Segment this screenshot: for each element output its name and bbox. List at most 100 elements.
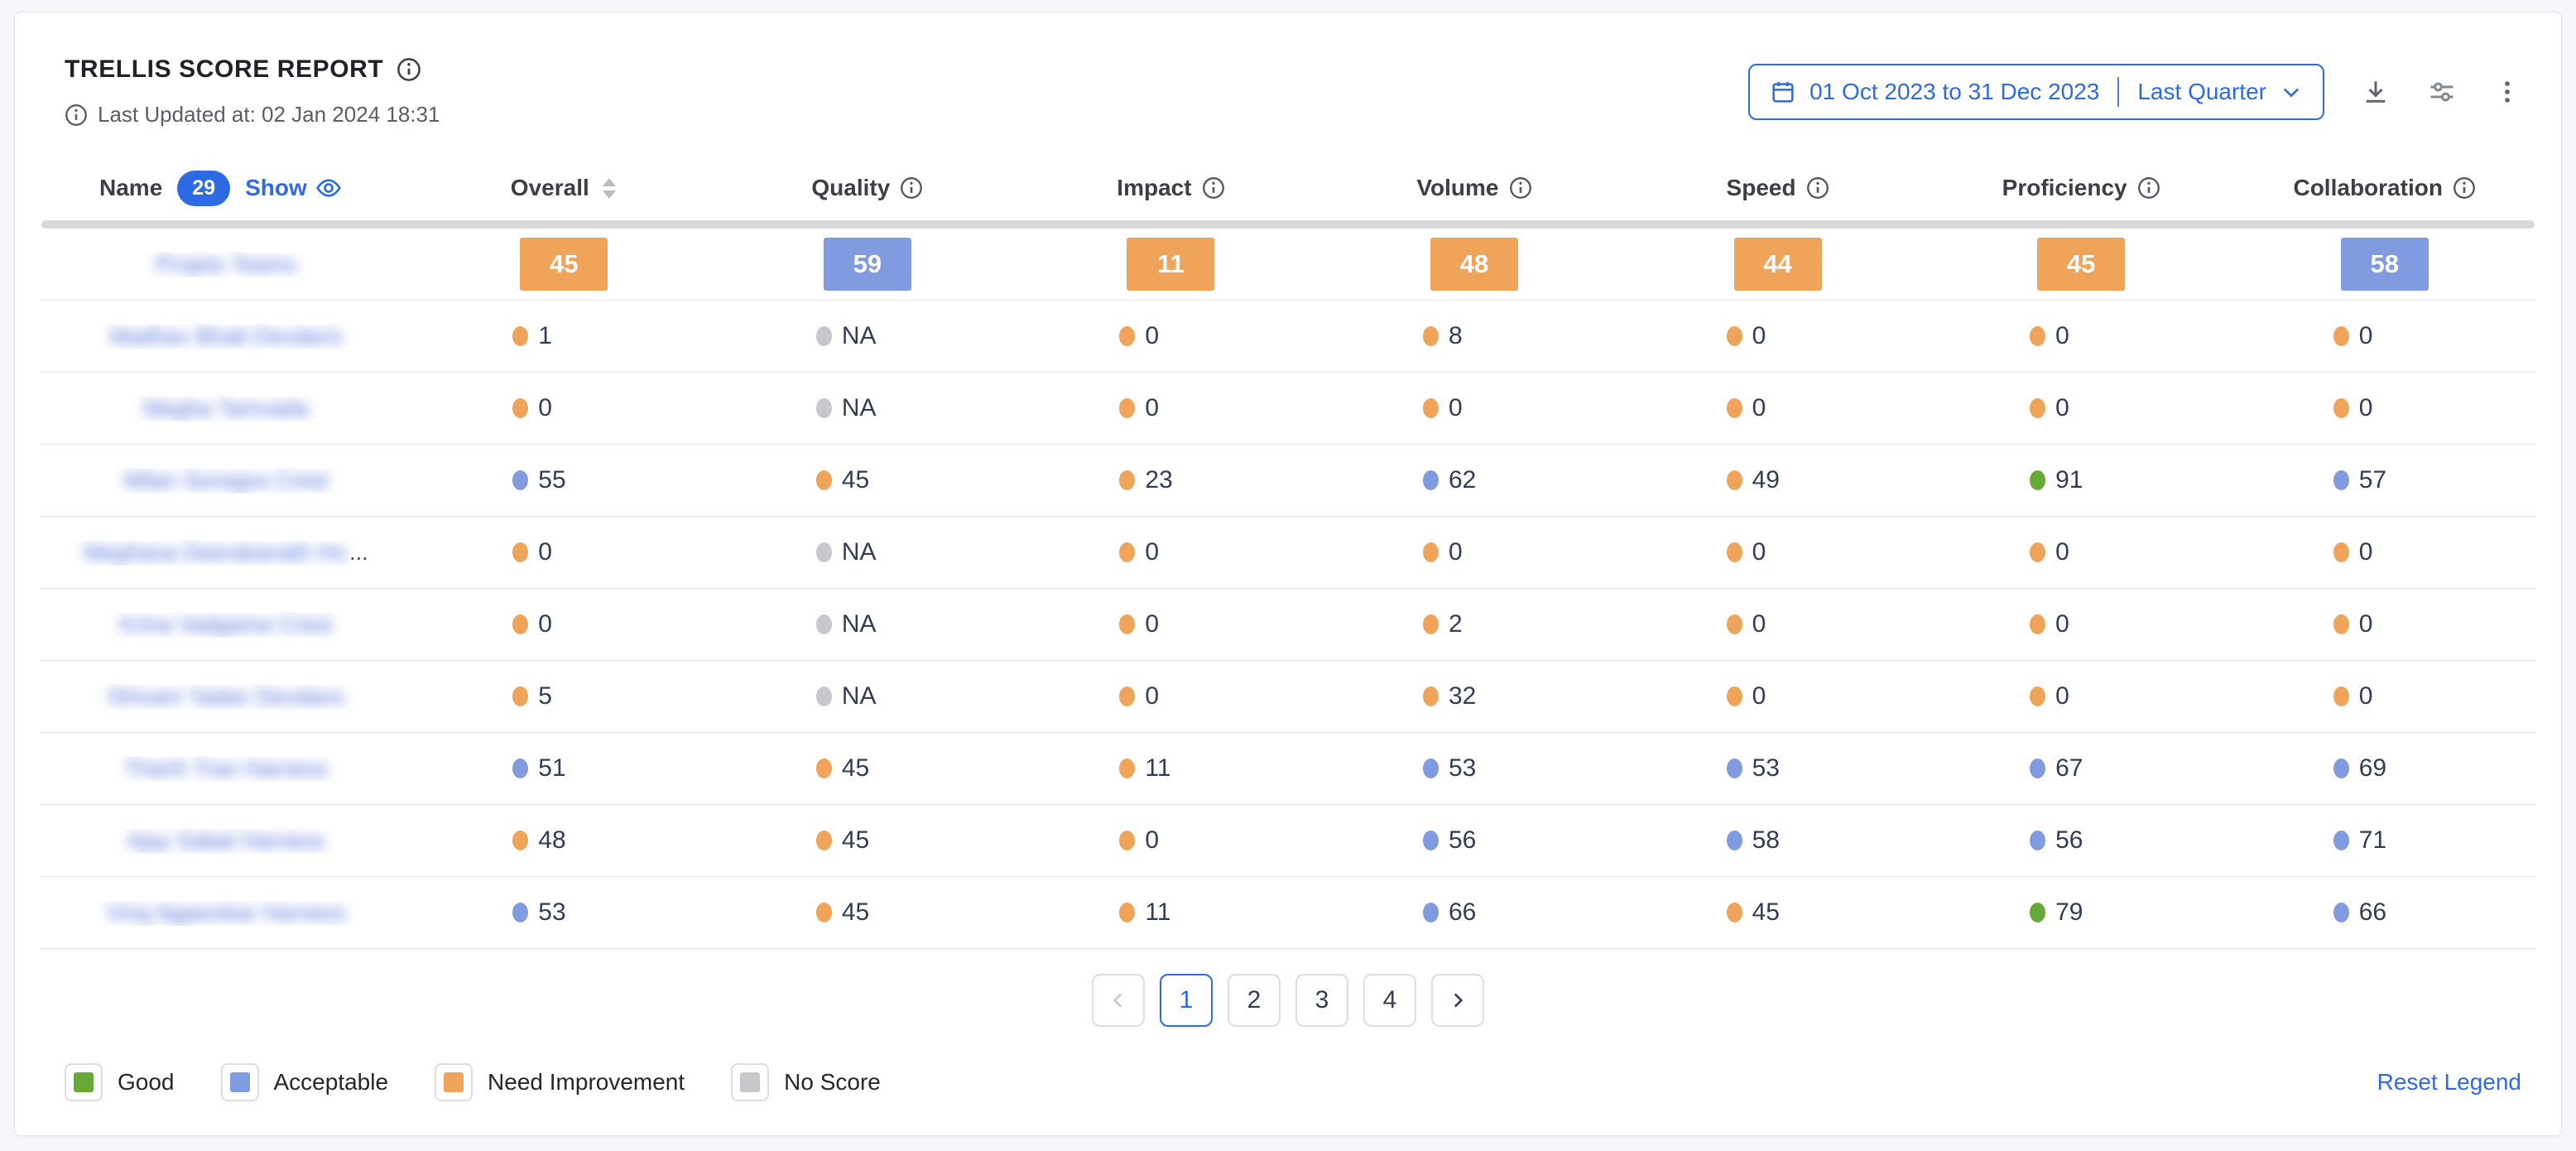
score-value: 0 <box>2055 682 2069 710</box>
legend-item-no_score[interactable]: No Score <box>731 1063 881 1101</box>
score-cell: 0 <box>2232 682 2536 710</box>
row-name-link[interactable]: Shivam Yadav Devdans <box>40 684 412 710</box>
score-cell: 62 <box>1323 466 1627 494</box>
reset-legend-link[interactable]: Reset Legend <box>2377 1069 2521 1096</box>
kebab-menu-icon[interactable] <box>2493 78 2521 106</box>
score-cell: 69 <box>2232 754 2536 783</box>
info-icon[interactable] <box>2137 176 2160 200</box>
download-icon[interactable] <box>2361 77 2391 107</box>
score-value: 0 <box>538 538 552 566</box>
status-dot <box>1423 326 1439 346</box>
status-dot <box>512 759 528 778</box>
row-name-link[interactable]: Projets Teams <box>40 252 412 277</box>
status-dot <box>512 326 528 346</box>
pagination-page-2[interactable]: 2 <box>1228 974 1281 1027</box>
pagination-page-3[interactable]: 3 <box>1295 974 1348 1027</box>
status-dot <box>2333 542 2349 562</box>
score-value: 45 <box>842 466 869 494</box>
row-name-link[interactable]: Ajay Sabat Harness <box>40 828 412 854</box>
status-dot <box>2333 759 2349 778</box>
status-dot <box>1119 326 1135 346</box>
score-value: 49 <box>1752 466 1780 494</box>
score-cell: 5 <box>412 682 716 710</box>
row-name-link[interactable]: Viraj Ajgaonkar Harness <box>40 900 412 926</box>
score-value: 45 <box>842 754 869 783</box>
column-header-quality: Quality <box>716 175 1020 201</box>
legend-items: Good Acceptable Need Improvement No Score <box>65 1063 881 1101</box>
score-value: 66 <box>2359 898 2386 927</box>
score-badge: 45 <box>520 238 608 291</box>
row-name-link[interactable]: Thanh Tran Harness <box>40 756 412 782</box>
table-row: Projets Teams45591148444558 <box>40 229 2536 301</box>
score-value: 0 <box>2359 682 2373 710</box>
score-value: 2 <box>1449 610 1463 638</box>
date-range-picker[interactable]: 01 Oct 2023 to 31 Dec 2023 Last Quarter <box>1748 64 2324 120</box>
pagination-page-1[interactable]: 1 <box>1160 974 1213 1027</box>
score-value: 67 <box>2055 754 2083 783</box>
info-icon[interactable] <box>2453 176 2476 200</box>
score-cell: 0 <box>1930 394 2233 422</box>
info-icon[interactable] <box>1806 176 1829 200</box>
status-dot <box>2030 542 2045 562</box>
score-cell: NA <box>716 538 1020 566</box>
show-names-button[interactable]: Show <box>245 175 342 201</box>
status-dot <box>2333 831 2349 850</box>
status-dot <box>2030 470 2045 490</box>
legend-item-need[interactable]: Need Improvement <box>435 1063 685 1101</box>
status-dot <box>1119 542 1135 562</box>
score-value: 32 <box>1449 682 1476 710</box>
score-cell: 67 <box>1930 754 2233 783</box>
score-cell: 53 <box>1626 754 1930 783</box>
title-info-icon[interactable] <box>396 57 421 82</box>
row-name-link[interactable]: Madhav Bhatt Devdans <box>40 324 412 349</box>
score-value: 0 <box>1145 322 1159 350</box>
score-value: 0 <box>2359 322 2373 350</box>
status-dot <box>1119 614 1135 634</box>
score-value: 0 <box>1752 610 1766 638</box>
info-icon[interactable] <box>1202 176 1225 200</box>
score-value: 0 <box>2055 322 2069 350</box>
info-icon[interactable] <box>1509 176 1532 200</box>
score-value: 53 <box>538 898 565 927</box>
status-dot <box>816 326 832 346</box>
status-dot <box>816 831 832 850</box>
score-value: 0 <box>2055 394 2069 422</box>
score-value: 0 <box>538 394 552 422</box>
status-dot <box>1423 831 1439 850</box>
score-value: 71 <box>2359 826 2386 855</box>
pagination-next-button[interactable] <box>1431 974 1484 1027</box>
row-name-link[interactable]: Meghana Deerakanath Ho... <box>40 540 412 566</box>
score-value: 45 <box>842 826 869 855</box>
score-value: 53 <box>1449 754 1476 783</box>
row-name-link[interactable]: Megha Tamvada <box>40 396 412 421</box>
score-value: 0 <box>2359 610 2373 638</box>
horizontal-scrollbar[interactable] <box>41 220 2535 229</box>
status-dot <box>1727 542 1742 562</box>
pagination-page-4[interactable]: 4 <box>1363 974 1416 1027</box>
legend-bar: Good Acceptable Need Improvement No Score R… <box>40 1063 2536 1101</box>
row-name-link[interactable]: Krina Vadgama Crest <box>40 612 412 638</box>
pagination-prev-button[interactable] <box>1092 974 1145 1027</box>
score-cell: 45 <box>1626 898 1930 927</box>
score-cell: 0 <box>412 538 716 566</box>
status-dot <box>816 542 832 562</box>
table-row: Viraj Ajgaonkar Harness53451166457966 <box>40 877 2536 949</box>
status-dot <box>2030 614 2045 634</box>
row-name-link[interactable]: Milan Sonagra Crest <box>40 468 412 494</box>
score-badge: 45 <box>2037 238 2125 291</box>
sliders-icon[interactable] <box>2427 77 2457 107</box>
table-row: Thanh Tran Harness51451153536769 <box>40 733 2536 805</box>
score-value: 48 <box>538 826 565 855</box>
info-icon[interactable] <box>900 176 923 200</box>
column-header-overall[interactable]: Overall <box>412 175 716 201</box>
score-value: 69 <box>2359 754 2386 783</box>
status-dot <box>1119 686 1135 706</box>
legend-item-acceptable[interactable]: Acceptable <box>221 1063 389 1101</box>
legend-item-good[interactable]: Good <box>65 1063 175 1101</box>
score-cell: 0 <box>1323 538 1627 566</box>
score-cell: 66 <box>1323 898 1627 927</box>
score-value: 5 <box>538 682 552 710</box>
score-cell: NA <box>716 322 1020 350</box>
score-cell: 0 <box>1019 538 1323 566</box>
sort-icon[interactable] <box>601 177 618 200</box>
